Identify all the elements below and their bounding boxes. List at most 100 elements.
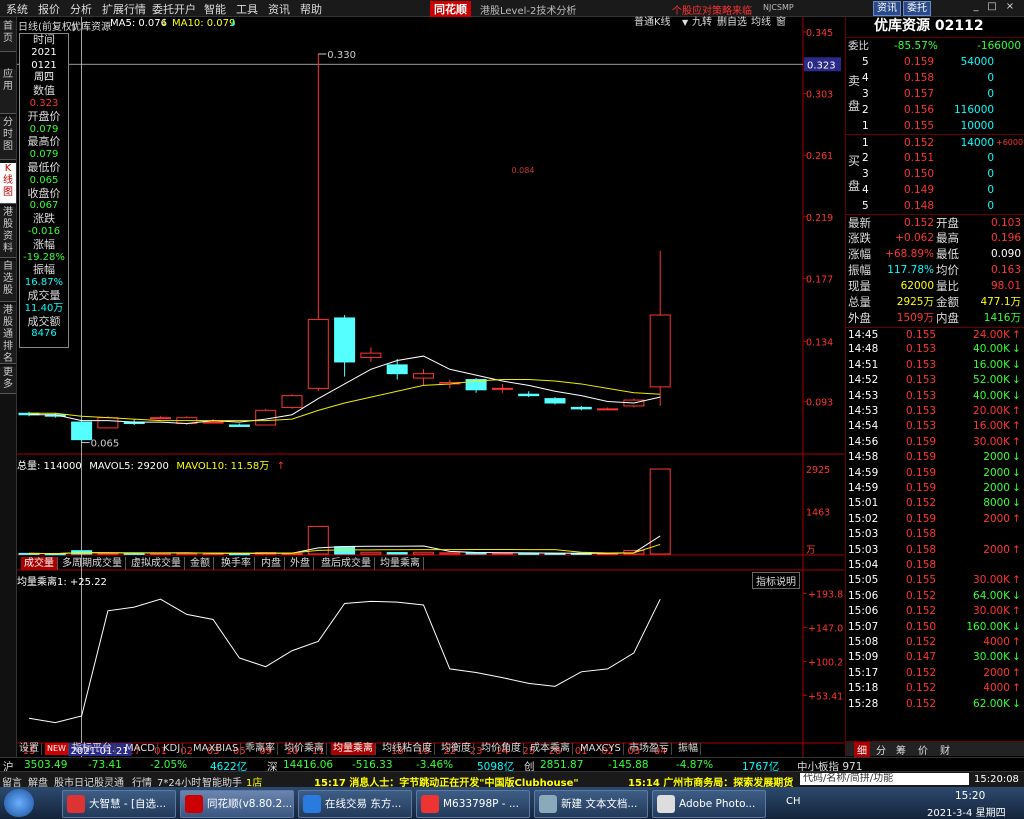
volume-bar[interactable] [360,551,382,555]
sell-row[interactable]: 5 0.159 54000 [846,54,1024,70]
maximize-icon[interactable]: □ [986,1,998,13]
volume-bar[interactable] [413,551,434,555]
tab-outer[interactable]: 外盘 [287,557,314,570]
indicator-help-button[interactable]: 指标说明 [752,572,800,589]
menu-item-tools[interactable]: 工具 [236,1,258,17]
tab-inner[interactable]: 内盘 [258,557,285,570]
trade-button[interactable]: 委托 [903,1,931,16]
menu-item-system[interactable]: 系统 [6,1,28,17]
ad-link[interactable]: 个股应对策略来临 [672,2,752,17]
task-m633798p[interactable]: M633798P - ... [416,790,530,818]
candle-body[interactable] [97,417,119,429]
volume-bar[interactable] [649,468,671,555]
vtab-timeshare[interactable]: 分时图 [0,117,16,160]
buy-row[interactable]: 4 0.149 0 [846,182,1024,198]
candle-body[interactable] [281,395,303,408]
btab-maxcys[interactable]: MAXCYS [578,743,624,755]
start-button-icon[interactable] [4,789,34,817]
btab-balance[interactable]: 均衡度 [439,743,474,755]
sell-row[interactable]: 4 0.158 0 [846,70,1024,86]
buy-row[interactable]: 1 0.152 14000 +6000 [846,134,1024,151]
candle-body[interactable] [491,387,513,390]
btab-maxbias[interactable]: MAXBIAS [191,743,242,755]
tab-volume-bias[interactable]: 均量乘离 [377,557,424,570]
candle-body[interactable] [544,398,566,404]
candle-body[interactable] [71,421,93,441]
task-photoshop[interactable]: Adobe Photo... [652,790,766,818]
btab-market-pnl[interactable]: 市场盈亏 [627,743,672,755]
candle-body[interactable] [570,406,592,410]
btab-cost-bias[interactable]: 成本乘离 [528,743,573,755]
candle-body[interactable] [649,314,671,388]
tab-volume[interactable]: 成交量 [21,557,58,570]
task-tonghuashun[interactable]: 同花顺(v8.80.2... [180,790,294,818]
sh-index[interactable]: 3503.49 [24,759,67,771]
news-button[interactable]: 资讯 [873,1,901,16]
menu-item-smart[interactable]: 智能 [204,1,226,17]
candle-body[interactable] [307,318,329,389]
btab-price-bias[interactable]: 均价乘离 [282,743,327,755]
candle-body[interactable] [228,424,250,427]
menu-item-extended[interactable]: 扩展行情 [102,1,146,17]
volume-bar[interactable] [491,552,513,555]
chart-canvas[interactable]: 0.345 0.303 0.261 0.219 0.177 0.134 0.093 0.323… [17,17,844,757]
volume-bar[interactable] [123,552,145,555]
candle-body[interactable] [150,417,171,420]
sell-row[interactable]: 1 0.155 10000 [846,118,1024,134]
tab-turnover[interactable]: 换手率 [218,557,255,570]
qtab-detail[interactable]: 细 [854,742,870,757]
tab-amount[interactable]: 金额 [187,557,214,570]
buy-row[interactable]: 3 0.150 0 [846,166,1024,182]
vtab-hk-profile[interactable]: 港股资料 [0,207,16,258]
volume-bar[interactable] [97,552,119,555]
tab-after-volume[interactable]: 盘后成交量 [318,557,375,570]
candle-body[interactable] [360,352,382,359]
btab-volume-bias[interactable]: 均量乘离 [331,743,376,755]
candle-body[interactable] [518,393,540,397]
menu-item-info[interactable]: 资讯 [268,1,290,17]
vtab-hk-connect-rank[interactable]: 港股通排名 [0,305,16,364]
candle-body[interactable] [597,408,619,411]
buy-row[interactable]: 5 0.148 0 [846,198,1024,214]
menu-item-quote[interactable]: 报价 [38,1,60,17]
candle-body[interactable] [413,373,434,379]
btab-amplitude[interactable]: 振幅 [676,743,701,755]
language-indicator[interactable]: CH [786,796,801,807]
close-icon[interactable]: × [1004,1,1016,13]
menu-item-help[interactable]: 帮助 [300,1,322,17]
qtab-price[interactable]: 价 [918,742,928,757]
btab-ma-cohesion[interactable]: 均线粘合度 [380,743,435,755]
tab-multi-volume[interactable]: 多周期成交量 [59,557,126,570]
candle-body[interactable] [202,421,224,424]
volume-bar[interactable] [150,552,171,555]
task-dazhihui[interactable]: 大智慧 - [自选... [62,790,176,818]
candle-body[interactable] [386,364,408,375]
minimize-icon[interactable]: _ [970,1,982,13]
task-notepad[interactable]: 新建 文本文档... [534,790,648,818]
btab-bias[interactable]: 乖离率 [243,743,278,755]
vtab-kline[interactable]: K线图 [0,163,16,204]
menu-item-trade[interactable]: 委托开户 [152,1,196,17]
task-online-trade[interactable]: 在线交易 东方... [298,790,412,818]
cy-index[interactable]: 2851.87 [540,759,583,771]
btab-price-angle[interactable]: 均价角度 [479,743,524,755]
qtab-finance[interactable]: 财 [940,742,950,757]
qtab-split[interactable]: 分 [876,742,886,757]
qtab-chips[interactable]: 筹 [896,742,906,757]
tab-virtual-volume[interactable]: 虚拟成交量 [128,557,185,570]
menu-item-analysis[interactable]: 分析 [70,1,92,17]
search-input[interactable]: 代码/名称/简拼/功能 [800,773,969,785]
buy-row[interactable]: 2 0.151 0 [846,150,1024,166]
vtab-home[interactable]: 首页 [0,21,16,52]
btab-macd[interactable]: MACD [123,743,158,755]
vtab-more[interactable]: 更多 [0,367,16,394]
btab-settings[interactable]: 设置 [17,743,42,755]
volume-bar[interactable] [386,552,408,555]
sell-row[interactable]: 3 0.157 0 [846,86,1024,102]
candle-body[interactable] [334,317,356,363]
vtab-watchlist[interactable]: 自选股 [0,261,16,302]
btab-indicator-platform[interactable]: 指标平台 [70,743,115,755]
btab-kdj[interactable]: KDJ [161,743,184,755]
volume-bar[interactable] [518,552,540,555]
sz-index[interactable]: 14416.06 [283,759,333,771]
